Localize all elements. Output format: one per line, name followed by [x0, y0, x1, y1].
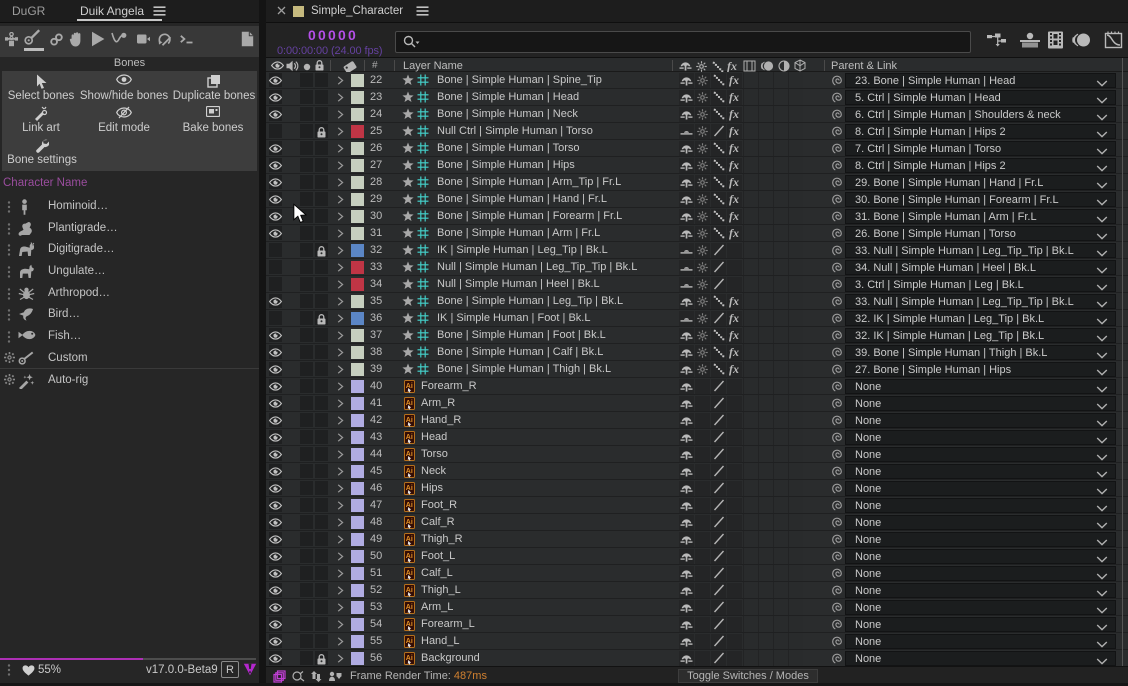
svg-text:Ai: Ai [406, 604, 413, 611]
svg-text:Ai: Ai [406, 502, 413, 509]
svg-text:Ai: Ai [406, 451, 413, 458]
svg-text:Ai: Ai [406, 587, 413, 594]
svg-text:Ai: Ai [406, 553, 413, 560]
svg-text:Ai: Ai [406, 485, 413, 492]
svg-text:Ai: Ai [406, 417, 413, 424]
svg-text:Ai: Ai [406, 468, 413, 475]
svg-text:Ai: Ai [406, 536, 413, 543]
svg-text:Ai: Ai [406, 570, 413, 577]
svg-text:Ai: Ai [406, 655, 413, 662]
svg-text:Ai: Ai [406, 383, 413, 390]
svg-text:Ai: Ai [406, 638, 413, 645]
svg-text:Ai: Ai [406, 434, 413, 441]
svg-text:Ai: Ai [406, 621, 413, 628]
svg-text:Ai: Ai [406, 400, 413, 407]
svg-text:Ai: Ai [406, 519, 413, 526]
